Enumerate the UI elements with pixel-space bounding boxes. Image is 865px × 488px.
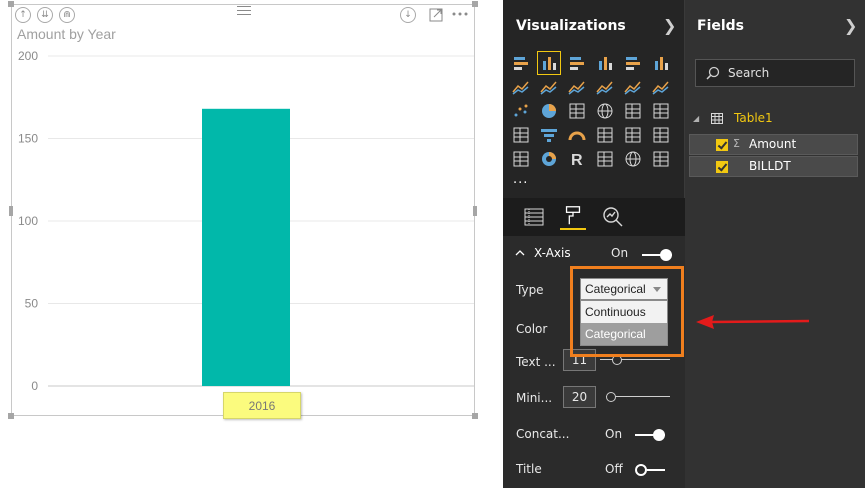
svg-text:R: R (571, 152, 583, 169)
resize-handle-bottom-right[interactable] (472, 413, 478, 419)
ribbon-chart-icon[interactable] (651, 77, 671, 97)
min-category-width-input[interactable]: 20 (563, 386, 596, 408)
more-visuals-button[interactable]: ... (513, 172, 528, 187)
y-tick-label: 100 (18, 214, 38, 228)
gauge-icon[interactable] (567, 125, 587, 145)
map-icon[interactable] (595, 101, 615, 121)
fields-search-box[interactable] (695, 59, 855, 87)
donut-chart-icon[interactable] (539, 149, 559, 169)
card-icon[interactable] (623, 125, 643, 145)
100-stacked-column-chart-icon[interactable] (651, 53, 671, 73)
axis-type-option-continuous[interactable]: Continuous (581, 301, 667, 323)
table-name: Table1 (734, 111, 773, 125)
slicer-icon[interactable] (511, 149, 531, 169)
resize-handle-left[interactable] (9, 206, 13, 216)
fields-pane: Fields ❯ ◢ Table1 Σ Amount (685, 0, 865, 488)
field-name-billdt: BILLDT (749, 159, 791, 173)
min-category-width-label: Mini... (516, 391, 553, 405)
bar-2016[interactable] (202, 108, 290, 387)
area-chart-icon[interactable] (539, 77, 559, 97)
color-label: Color (516, 322, 548, 336)
chart-plot-area: 0 50 100 150 200 (18, 49, 474, 393)
x-axis-section-title[interactable]: X-Axis (534, 246, 571, 260)
field-name-amount: Amount (749, 137, 797, 151)
stacked-area-chart-icon[interactable] (567, 77, 587, 97)
search-icon (706, 66, 720, 80)
axis-type-option-categorical[interactable]: Categorical (581, 323, 667, 345)
field-row-billdt[interactable]: BILLDT (689, 156, 858, 177)
100-stacked-bar-chart-icon[interactable] (623, 53, 643, 73)
power-bi-report-view: ↑ ⇊ ⋒ ↓ Amount by Year 050100150200 (0, 0, 865, 488)
stacked-column-chart-icon[interactable] (537, 51, 561, 75)
r-script-visual-icon[interactable]: R (567, 149, 587, 169)
x-axis-toggle-label: On (611, 246, 629, 260)
format-paint-roller-icon[interactable] (560, 204, 586, 230)
x-axis-category-tooltip: 2016 (223, 392, 301, 419)
text-size-slider[interactable] (600, 355, 670, 365)
search-input[interactable] (728, 64, 846, 82)
chevron-right-icon[interactable]: ❯ (663, 16, 676, 35)
analytics-magnifier-icon[interactable] (600, 204, 626, 230)
table-visual-icon[interactable] (623, 101, 643, 121)
scatter-chart-icon[interactable] (511, 101, 531, 121)
funnel-icon[interactable] (539, 125, 559, 145)
line-stacked-column-chart-icon[interactable] (623, 77, 643, 97)
multi-row-card-icon[interactable] (595, 125, 615, 145)
axis-title-toggle[interactable] (635, 464, 665, 476)
sigma-icon: Σ (733, 137, 740, 150)
grid-visual-icon[interactable] (651, 149, 671, 169)
collapse-triangle-icon[interactable]: ◢ (693, 114, 699, 123)
y-tick-label: 0 (31, 379, 38, 393)
text-size-label: Text ... (516, 355, 556, 369)
column-chart-visual[interactable]: ↑ ⇊ ⋒ ↓ Amount by Year 0 50 100 150 200 (8, 1, 478, 419)
y-tick-label: 150 (18, 132, 38, 146)
dropdown-caret-icon (653, 287, 661, 292)
matrix-icon[interactable] (651, 101, 671, 121)
stacked-bar-chart-icon[interactable] (511, 53, 531, 73)
kpi-icon[interactable] (651, 125, 671, 145)
axis-title-toggle-label: Off (605, 462, 623, 476)
shape-map-icon[interactable] (595, 149, 615, 169)
treemap-icon[interactable] (567, 101, 587, 121)
concatenate-labels-label: Concat... (516, 427, 570, 441)
clustered-bar-chart-icon[interactable] (567, 53, 587, 73)
globe-map-icon[interactable] (623, 149, 643, 169)
format-options: X-Axis On Type Color Text ... 11 Mini...… (503, 236, 685, 488)
line-column-chart-icon[interactable] (595, 77, 615, 97)
type-label: Type (516, 283, 544, 297)
table-node[interactable]: ◢ Table1 (693, 110, 858, 128)
chevron-right-icon[interactable]: ❯ (844, 16, 857, 35)
table-icon (711, 113, 723, 124)
axis-type-options-list: Continuous Categorical (580, 300, 668, 346)
chevron-up-icon[interactable] (515, 249, 525, 256)
resize-handle-right[interactable] (473, 206, 477, 216)
min-category-width-slider[interactable] (606, 392, 670, 402)
report-canvas: ↑ ⇊ ⋒ ↓ Amount by Year 050100150200 (0, 0, 503, 488)
field-checkbox-amount[interactable] (716, 139, 728, 151)
visualizations-pane: Visualizations ❯ R ... X-Axis On Type Co… (503, 0, 685, 488)
concatenate-labels-toggle[interactable] (635, 429, 665, 441)
resize-handle-bottom-left[interactable] (8, 413, 14, 419)
field-row-amount[interactable]: Σ Amount (689, 134, 858, 155)
resize-handle-top-left[interactable] (8, 1, 14, 7)
annotation-arrow-icon (696, 315, 810, 329)
axis-title-label: Title (516, 462, 542, 476)
axis-type-selected-value: Categorical (585, 282, 646, 296)
x-axis-toggle[interactable] (642, 249, 672, 261)
visualizations-title: Visualizations (516, 18, 626, 34)
text-size-input[interactable]: 11 (563, 349, 596, 371)
concatenate-toggle-label: On (605, 427, 623, 441)
line-chart-icon[interactable] (511, 77, 531, 97)
fields-title: Fields (697, 18, 745, 34)
resize-handle-top-right[interactable] (472, 1, 478, 7)
y-tick-label: 200 (18, 49, 38, 63)
axis-type-dropdown[interactable]: Categorical (580, 278, 668, 300)
pie-chart-icon[interactable] (539, 101, 559, 121)
pane-tabs (503, 198, 685, 236)
y-tick-label: 50 (25, 297, 39, 311)
field-checkbox-billdt[interactable] (716, 161, 728, 173)
clustered-column-chart-icon[interactable] (595, 53, 615, 73)
fields-tab-icon[interactable] (521, 204, 547, 230)
filled-map-icon[interactable] (511, 125, 531, 145)
